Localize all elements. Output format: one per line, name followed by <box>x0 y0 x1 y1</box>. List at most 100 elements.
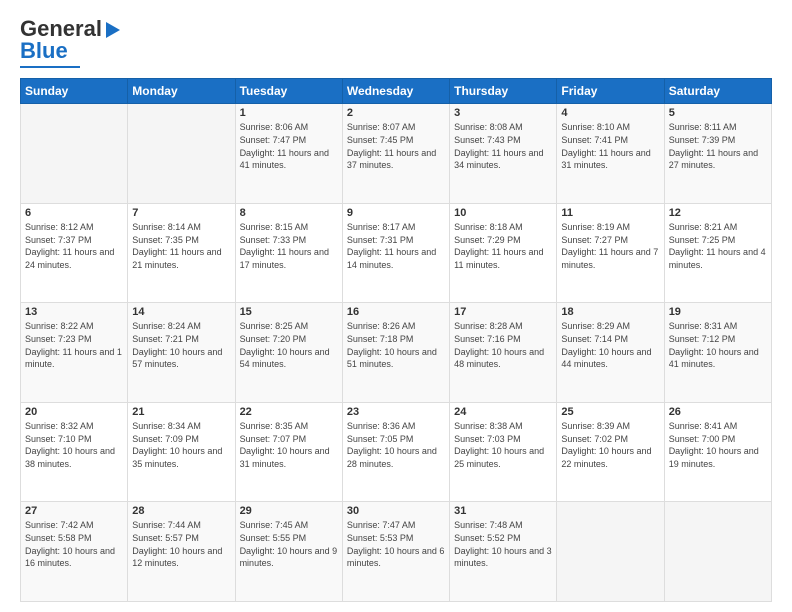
day-number: 25 <box>561 406 659 418</box>
day-info: Sunrise: 8:17 AMSunset: 7:31 PMDaylight:… <box>347 221 445 271</box>
day-info: Sunrise: 8:36 AMSunset: 7:05 PMDaylight:… <box>347 420 445 470</box>
day-cell: 30 Sunrise: 7:47 AMSunset: 5:53 PMDayligh… <box>342 502 449 602</box>
day-number: 18 <box>561 306 659 318</box>
day-info: Sunrise: 8:26 AMSunset: 7:18 PMDaylight:… <box>347 320 445 370</box>
day-cell: 28 Sunrise: 7:44 AMSunset: 5:57 PMDayligh… <box>128 502 235 602</box>
day-number: 26 <box>669 406 767 418</box>
day-number: 8 <box>240 207 338 219</box>
day-info: Sunrise: 8:31 AMSunset: 7:12 PMDaylight:… <box>669 320 767 370</box>
week-row-1: 1 Sunrise: 8:06 AMSunset: 7:47 PMDaylight… <box>21 104 772 204</box>
day-number: 7 <box>132 207 230 219</box>
day-info: Sunrise: 8:35 AMSunset: 7:07 PMDaylight:… <box>240 420 338 470</box>
day-number: 16 <box>347 306 445 318</box>
day-cell: 11 Sunrise: 8:19 AMSunset: 7:27 PMDayligh… <box>557 203 664 303</box>
day-cell: 10 Sunrise: 8:18 AMSunset: 7:29 PMDayligh… <box>450 203 557 303</box>
day-cell: 1 Sunrise: 8:06 AMSunset: 7:47 PMDaylight… <box>235 104 342 204</box>
day-number: 19 <box>669 306 767 318</box>
day-cell: 25 Sunrise: 8:39 AMSunset: 7:02 PMDayligh… <box>557 402 664 502</box>
day-cell: 6 Sunrise: 8:12 AMSunset: 7:37 PMDaylight… <box>21 203 128 303</box>
day-number: 5 <box>669 107 767 119</box>
day-number: 9 <box>347 207 445 219</box>
weekday-header-thursday: Thursday <box>450 79 557 104</box>
day-cell: 7 Sunrise: 8:14 AMSunset: 7:35 PMDaylight… <box>128 203 235 303</box>
day-info: Sunrise: 7:44 AMSunset: 5:57 PMDaylight:… <box>132 519 230 569</box>
day-info: Sunrise: 8:14 AMSunset: 7:35 PMDaylight:… <box>132 221 230 271</box>
day-number: 31 <box>454 505 552 517</box>
day-cell <box>557 502 664 602</box>
week-row-2: 6 Sunrise: 8:12 AMSunset: 7:37 PMDaylight… <box>21 203 772 303</box>
day-info: Sunrise: 8:25 AMSunset: 7:20 PMDaylight:… <box>240 320 338 370</box>
day-cell: 21 Sunrise: 8:34 AMSunset: 7:09 PMDayligh… <box>128 402 235 502</box>
day-cell: 13Sunrise: 8:22 AMSunset: 7:23 PMDayligh… <box>21 303 128 403</box>
day-cell: 12 Sunrise: 8:21 AMSunset: 7:25 PMDayligh… <box>664 203 771 303</box>
day-number: 3 <box>454 107 552 119</box>
day-info: Sunrise: 7:45 AMSunset: 5:55 PMDaylight:… <box>240 519 338 569</box>
day-info: Sunrise: 8:19 AMSunset: 7:27 PMDaylight:… <box>561 221 659 271</box>
day-info: Sunrise: 8:39 AMSunset: 7:02 PMDaylight:… <box>561 420 659 470</box>
day-number: 30 <box>347 505 445 517</box>
day-info: Sunrise: 8:12 AMSunset: 7:37 PMDaylight:… <box>25 221 123 271</box>
day-info: Sunrise: 8:18 AMSunset: 7:29 PMDaylight:… <box>454 221 552 271</box>
day-info: Sunrise: 8:07 AMSunset: 7:45 PMDaylight:… <box>347 121 445 171</box>
day-number: 15 <box>240 306 338 318</box>
day-cell: 23 Sunrise: 8:36 AMSunset: 7:05 PMDayligh… <box>342 402 449 502</box>
day-number: 24 <box>454 406 552 418</box>
day-info: Sunrise: 8:22 AMSunset: 7:23 PMDaylight:… <box>25 320 123 370</box>
day-cell: 27 Sunrise: 7:42 AMSunset: 5:58 PMDayligh… <box>21 502 128 602</box>
day-cell: 18 Sunrise: 8:29 AMSunset: 7:14 PMDayligh… <box>557 303 664 403</box>
day-info: Sunrise: 8:15 AMSunset: 7:33 PMDaylight:… <box>240 221 338 271</box>
day-cell: 5Sunrise: 8:11 AMSunset: 7:39 PMDaylight… <box>664 104 771 204</box>
day-info: Sunrise: 8:21 AMSunset: 7:25 PMDaylight:… <box>669 221 767 271</box>
weekday-header-row: SundayMondayTuesdayWednesdayThursdayFrid… <box>21 79 772 104</box>
day-number: 12 <box>669 207 767 219</box>
day-number: 1 <box>240 107 338 119</box>
weekday-header-friday: Friday <box>557 79 664 104</box>
day-cell: 19 Sunrise: 8:31 AMSunset: 7:12 PMDayligh… <box>664 303 771 403</box>
day-number: 28 <box>132 505 230 517</box>
day-number: 21 <box>132 406 230 418</box>
day-number: 23 <box>347 406 445 418</box>
day-info: Sunrise: 8:28 AMSunset: 7:16 PMDaylight:… <box>454 320 552 370</box>
weekday-header-tuesday: Tuesday <box>235 79 342 104</box>
day-cell: 26 Sunrise: 8:41 AMSunset: 7:00 PMDayligh… <box>664 402 771 502</box>
day-info: Sunrise: 8:08 AMSunset: 7:43 PMDaylight:… <box>454 121 552 171</box>
day-info: Sunrise: 8:32 AMSunset: 7:10 PMDaylight:… <box>25 420 123 470</box>
day-cell: 16 Sunrise: 8:26 AMSunset: 7:18 PMDayligh… <box>342 303 449 403</box>
day-info: Sunrise: 8:24 AMSunset: 7:21 PMDaylight:… <box>132 320 230 370</box>
weekday-header-wednesday: Wednesday <box>342 79 449 104</box>
day-cell: 29Sunrise: 7:45 AMSunset: 5:55 PMDayligh… <box>235 502 342 602</box>
day-cell: 15 Sunrise: 8:25 AMSunset: 7:20 PMDayligh… <box>235 303 342 403</box>
day-number: 14 <box>132 306 230 318</box>
calendar: SundayMondayTuesdayWednesdayThursdayFrid… <box>20 78 772 602</box>
day-info: Sunrise: 8:38 AMSunset: 7:03 PMDaylight:… <box>454 420 552 470</box>
weekday-header-sunday: Sunday <box>21 79 128 104</box>
week-row-5: 27 Sunrise: 7:42 AMSunset: 5:58 PMDayligh… <box>21 502 772 602</box>
day-cell: 8 Sunrise: 8:15 AMSunset: 7:33 PMDaylight… <box>235 203 342 303</box>
logo-blue-text: Blue <box>20 38 68 64</box>
weekday-header-saturday: Saturday <box>664 79 771 104</box>
day-info: Sunrise: 8:34 AMSunset: 7:09 PMDaylight:… <box>132 420 230 470</box>
day-cell: 9 Sunrise: 8:17 AMSunset: 7:31 PMDaylight… <box>342 203 449 303</box>
day-number: 11 <box>561 207 659 219</box>
day-number: 27 <box>25 505 123 517</box>
page: General Blue SundayMondayTuesdayWednesda… <box>0 0 792 612</box>
day-cell: 20Sunrise: 8:32 AMSunset: 7:10 PMDayligh… <box>21 402 128 502</box>
header: General Blue <box>20 16 772 68</box>
day-cell <box>664 502 771 602</box>
day-number: 10 <box>454 207 552 219</box>
day-info: Sunrise: 8:29 AMSunset: 7:14 PMDaylight:… <box>561 320 659 370</box>
day-cell: 22Sunrise: 8:35 AMSunset: 7:07 PMDayligh… <box>235 402 342 502</box>
day-number: 4 <box>561 107 659 119</box>
day-number: 2 <box>347 107 445 119</box>
day-info: Sunrise: 8:10 AMSunset: 7:41 PMDaylight:… <box>561 121 659 171</box>
day-info: Sunrise: 8:06 AMSunset: 7:47 PMDaylight:… <box>240 121 338 171</box>
day-cell: 31Sunrise: 7:48 AMSunset: 5:52 PMDayligh… <box>450 502 557 602</box>
week-row-4: 20Sunrise: 8:32 AMSunset: 7:10 PMDayligh… <box>21 402 772 502</box>
day-cell: 2 Sunrise: 8:07 AMSunset: 7:45 PMDaylight… <box>342 104 449 204</box>
day-number: 6 <box>25 207 123 219</box>
day-info: Sunrise: 7:42 AMSunset: 5:58 PMDaylight:… <box>25 519 123 569</box>
day-cell: 17Sunrise: 8:28 AMSunset: 7:16 PMDayligh… <box>450 303 557 403</box>
day-info: Sunrise: 8:41 AMSunset: 7:00 PMDaylight:… <box>669 420 767 470</box>
day-info: Sunrise: 7:47 AMSunset: 5:53 PMDaylight:… <box>347 519 445 569</box>
day-cell: 24 Sunrise: 8:38 AMSunset: 7:03 PMDayligh… <box>450 402 557 502</box>
